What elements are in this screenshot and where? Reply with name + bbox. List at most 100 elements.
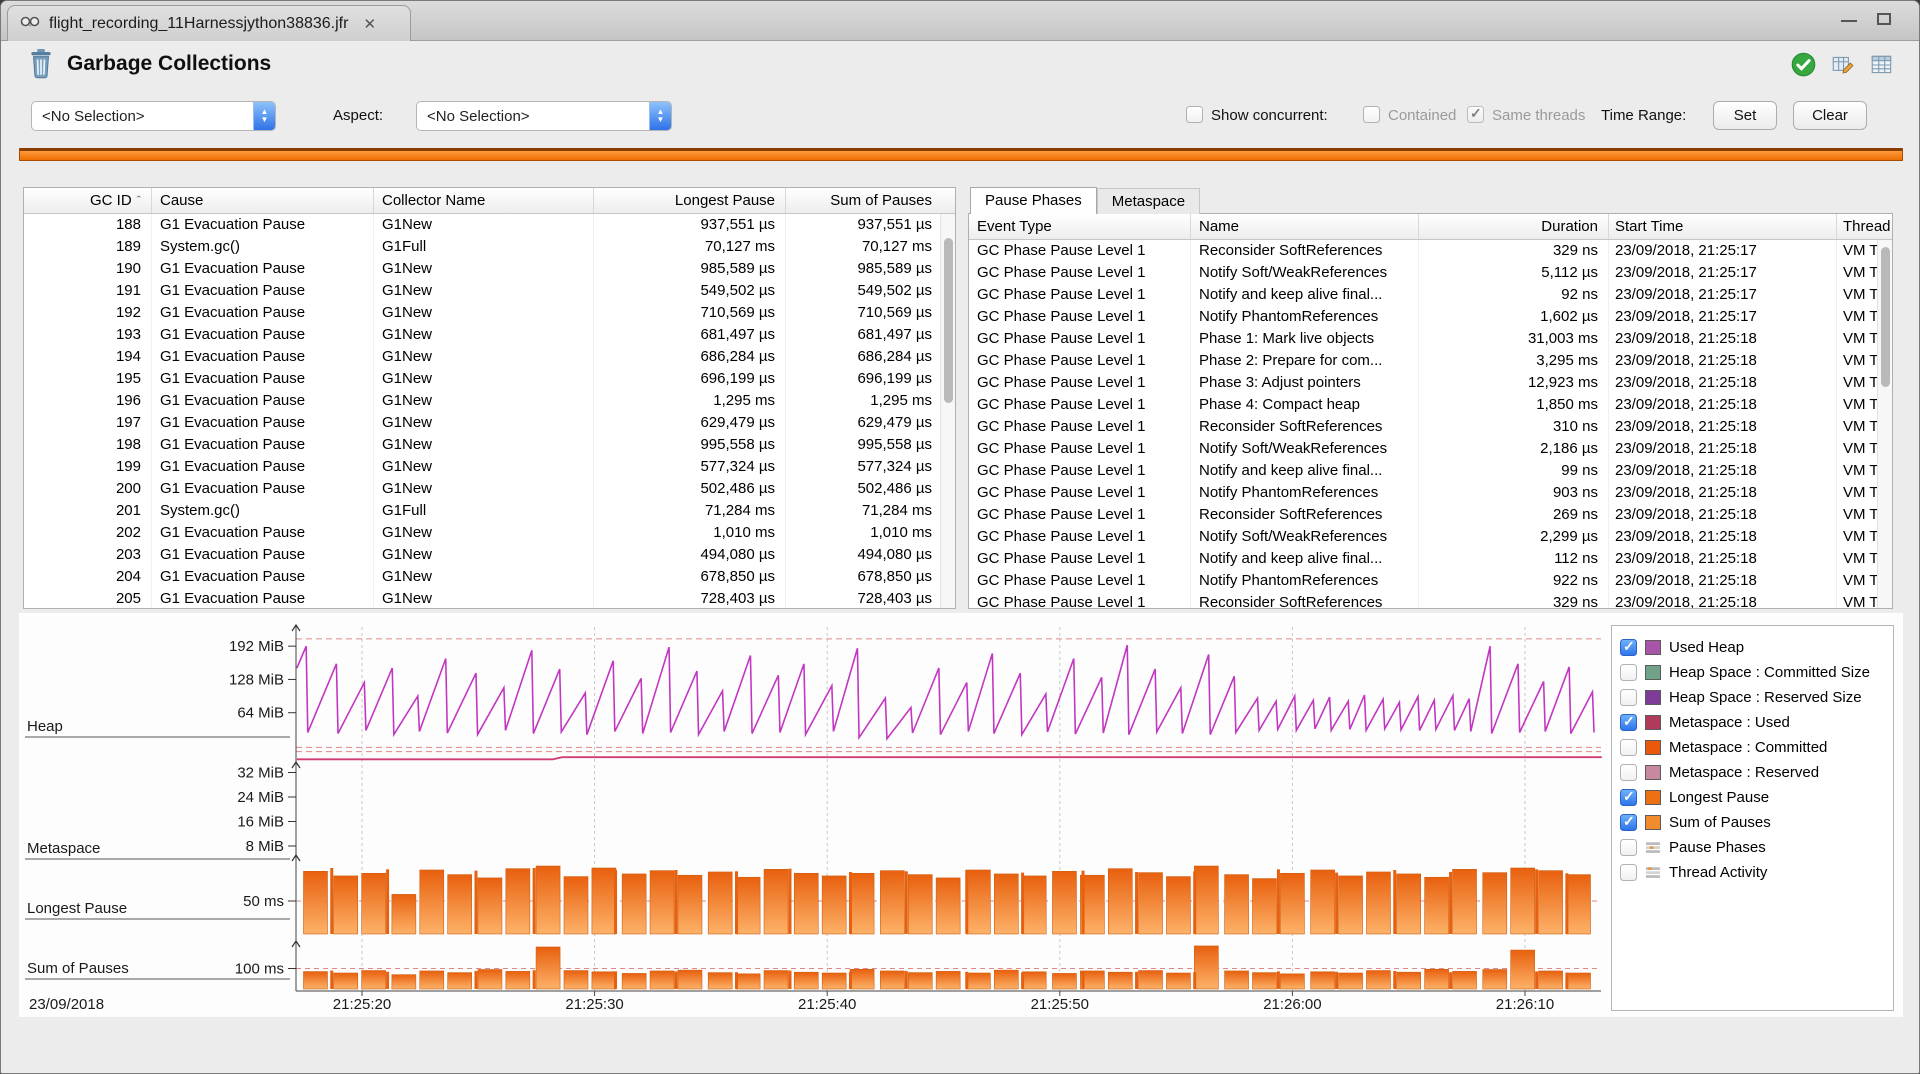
table-row[interactable]: GC Phase Pause Level 1Notify and keep al…	[969, 548, 1892, 570]
table-row[interactable]: 192G1 Evacuation PauseG1New710,569 µs710…	[24, 302, 955, 324]
table-row[interactable]: GC Phase Pause Level 1Reconsider SoftRef…	[969, 416, 1892, 438]
cell: 70,127 ms	[786, 236, 942, 258]
column-header[interactable]: Sum of Pauses	[786, 188, 942, 213]
legend-checkbox[interactable]	[1620, 814, 1637, 831]
legend-checkbox[interactable]	[1620, 714, 1637, 731]
table-row[interactable]: GC Phase Pause Level 1Notify Soft/WeakRe…	[969, 262, 1892, 284]
table-row[interactable]: 202G1 Evacuation PauseG1New1,010 ms1,010…	[24, 522, 955, 544]
legend-checkbox[interactable]	[1620, 764, 1637, 781]
column-header[interactable]: Collector Name	[374, 188, 594, 213]
cell: G1 Evacuation Pause	[152, 544, 374, 566]
table-row[interactable]: GC Phase Pause Level 1Reconsider SoftRef…	[969, 504, 1892, 526]
cell: Reconsider SoftReferences	[1191, 416, 1419, 438]
legend-checkbox[interactable]	[1620, 639, 1637, 656]
legend-checkbox[interactable]	[1620, 864, 1637, 881]
table-view-icon[interactable]	[1869, 52, 1895, 83]
column-header[interactable]: Cause	[152, 188, 374, 213]
svg-text:192 MiB: 192 MiB	[229, 638, 284, 655]
legend-checkbox[interactable]	[1620, 789, 1637, 806]
cell: 502,486 µs	[594, 478, 786, 500]
cell: 310 ns	[1419, 416, 1609, 438]
column-header[interactable]: Start Time	[1609, 214, 1837, 239]
legend-label: Metaspace : Committed	[1669, 739, 1827, 756]
svg-text:21:25:20: 21:25:20	[333, 996, 391, 1013]
timeline-range-selector[interactable]	[19, 148, 1903, 161]
table-row[interactable]: GC Phase Pause Level 1Notify PhantomRefe…	[969, 570, 1892, 592]
column-header[interactable]: Longest Pause	[594, 188, 786, 213]
table-row[interactable]: GC Phase Pause Level 1Reconsider SoftRef…	[969, 240, 1892, 262]
table-row[interactable]: GC Phase Pause Level 1Phase 3: Adjust po…	[969, 372, 1892, 394]
legend-checkbox[interactable]	[1620, 664, 1637, 681]
cell: 23/09/2018, 21:25:18	[1609, 526, 1837, 548]
svg-text:24 MiB: 24 MiB	[237, 789, 284, 806]
set-button[interactable]: Set	[1713, 101, 1777, 130]
table-row[interactable]: 204G1 Evacuation PauseG1New678,850 µs678…	[24, 566, 955, 588]
column-header[interactable]: Thread	[1837, 214, 1892, 239]
clear-button[interactable]: Clear	[1793, 101, 1867, 130]
table-row[interactable]: 197G1 Evacuation PauseG1New629,479 µs629…	[24, 412, 955, 434]
scrollbar-thumb[interactable]	[944, 238, 953, 403]
cell: 71,284 ms	[594, 500, 786, 522]
color-swatch	[1645, 640, 1661, 655]
cell: 5,112 µs	[1419, 262, 1609, 284]
group-by-combo[interactable]: <No Selection> ▲▼	[31, 101, 276, 131]
table-row[interactable]: 199G1 Evacuation PauseG1New577,324 µs577…	[24, 456, 955, 478]
table-row[interactable]: GC Phase Pause Level 1Phase 2: Prepare f…	[969, 350, 1892, 372]
column-header[interactable]: Event Type	[969, 214, 1191, 239]
tab-metaspace[interactable]: Metaspace	[1097, 188, 1200, 214]
cell: Phase 1: Mark live objects	[1191, 328, 1419, 350]
cell: 23/09/2018, 21:25:18	[1609, 592, 1837, 609]
table-row[interactable]: 196G1 Evacuation PauseG1New1,295 ms1,295…	[24, 390, 955, 412]
table-row[interactable]: GC Phase Pause Level 1Notify Soft/WeakRe…	[969, 526, 1892, 548]
minimize-icon[interactable]	[1841, 20, 1857, 22]
column-header[interactable]: GC IDˆ	[24, 188, 152, 213]
table-row[interactable]: 188G1 Evacuation PauseG1New937,551 µs937…	[24, 214, 955, 236]
cell: 23/09/2018, 21:25:18	[1609, 570, 1837, 592]
table-row[interactable]: 201System.gc()G1Full71,284 ms71,284 ms	[24, 500, 955, 522]
table-row[interactable]: GC Phase Pause Level 1Phase 1: Mark live…	[969, 328, 1892, 350]
tab-close-icon[interactable]: ✕	[363, 15, 376, 33]
table-row[interactable]: GC Phase Pause Level 1Notify PhantomRefe…	[969, 482, 1892, 504]
table-row[interactable]: 205G1 Evacuation PauseG1New728,403 µs728…	[24, 588, 955, 609]
phases-table: Event TypeNameDurationStart TimeThread G…	[968, 213, 1893, 609]
phases-table-scrollbar[interactable]	[1877, 240, 1892, 608]
pause-phases-icon	[1645, 840, 1661, 855]
same-threads-checkbox[interactable]	[1467, 106, 1484, 123]
cell: 710,569 µs	[594, 302, 786, 324]
gc-chart[interactable]: Heap192 MiB128 MiB64 MiBMetaspace32 MiB2…	[23, 617, 1603, 1017]
aspect-combo[interactable]: <No Selection> ▲▼	[416, 101, 672, 131]
table-row[interactable]: 194G1 Evacuation PauseG1New686,284 µs686…	[24, 346, 955, 368]
table-row[interactable]: GC Phase Pause Level 1Reconsider SoftRef…	[969, 592, 1892, 609]
cell: 192	[24, 302, 152, 324]
result-ok-icon[interactable]	[1790, 51, 1817, 83]
table-row[interactable]: GC Phase Pause Level 1Phase 4: Compact h…	[969, 394, 1892, 416]
gc-table-scrollbar[interactable]	[940, 214, 955, 608]
tab-pause-phases[interactable]: Pause Phases	[970, 187, 1097, 214]
table-row[interactable]: 190G1 Evacuation PauseG1New985,589 µs985…	[24, 258, 955, 280]
cell: 494,080 µs	[786, 544, 942, 566]
column-header[interactable]: Duration	[1419, 214, 1609, 239]
show-concurrent-checkbox[interactable]	[1186, 106, 1203, 123]
legend-checkbox[interactable]	[1620, 839, 1637, 856]
scrollbar-thumb[interactable]	[1881, 247, 1890, 387]
table-row[interactable]: GC Phase Pause Level 1Notify and keep al…	[969, 284, 1892, 306]
recording-tab[interactable]: flight_recording_11Harnessjython38836.jf…	[7, 5, 411, 41]
table-row[interactable]: 191G1 Evacuation PauseG1New549,502 µs549…	[24, 280, 955, 302]
table-row[interactable]: 189System.gc()G1Full70,127 ms70,127 ms	[24, 236, 955, 258]
legend-checkbox[interactable]	[1620, 739, 1637, 756]
table-row[interactable]: 198G1 Evacuation PauseG1New995,558 µs995…	[24, 434, 955, 456]
contained-checkbox[interactable]	[1363, 106, 1380, 123]
edit-table-icon[interactable]	[1830, 52, 1856, 83]
legend-checkbox[interactable]	[1620, 689, 1637, 706]
table-row[interactable]: GC Phase Pause Level 1Notify Soft/WeakRe…	[969, 438, 1892, 460]
cell: 23/09/2018, 21:25:18	[1609, 394, 1837, 416]
table-row[interactable]: 193G1 Evacuation PauseG1New681,497 µs681…	[24, 324, 955, 346]
table-row[interactable]: GC Phase Pause Level 1Notify and keep al…	[969, 460, 1892, 482]
table-row[interactable]: 195G1 Evacuation PauseG1New696,199 µs696…	[24, 368, 955, 390]
cell: G1 Evacuation Pause	[152, 280, 374, 302]
table-row[interactable]: GC Phase Pause Level 1Notify PhantomRefe…	[969, 306, 1892, 328]
column-header[interactable]: Name	[1191, 214, 1419, 239]
maximize-icon[interactable]	[1877, 13, 1891, 25]
table-row[interactable]: 203G1 Evacuation PauseG1New494,080 µs494…	[24, 544, 955, 566]
table-row[interactable]: 200G1 Evacuation PauseG1New502,486 µs502…	[24, 478, 955, 500]
